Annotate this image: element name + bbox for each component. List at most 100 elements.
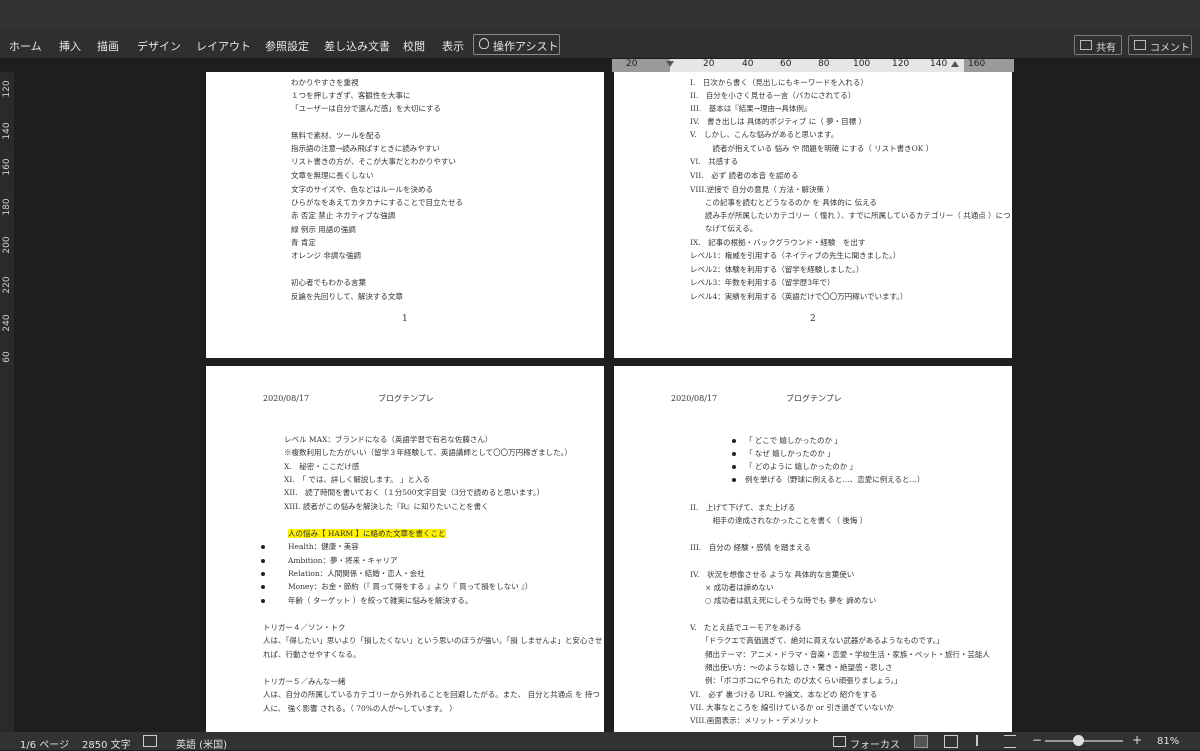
tab-references[interactable]: 参照設定 [265,38,309,54]
lightbulb-icon [479,38,489,49]
ruler-number: 20 [626,59,638,69]
ruler-number: 60 [780,59,792,69]
page4-line: 頻出テーマ：アニメ・ドラマ・音楽・恋愛・学校生活・家族・ペット・旅行・芸能人 [690,650,990,659]
page3-line: XII. 読了時間を書いておく（１分500文字目安（3分で読めると思います。） [284,488,545,497]
print-layout-icon[interactable] [914,735,928,748]
tell-me-label: 操作アシスト [493,40,559,53]
vruler-number: 200 [2,236,12,254]
page2-line: II. 自分を小さく見せる一言（バカにされてる） [690,91,856,100]
tab-insert[interactable]: 挿入 [59,38,81,54]
trigger4-text: 人は、「得したい」思いより「損したくない」という思いのほうが強い。「損 しません… [263,636,603,645]
focus-icon[interactable] [833,736,846,747]
page3-bullet: 年齢（ ターゲット ）を絞って雑実に悩みを解決する。 [288,596,473,605]
ruler-number: 100 [853,59,871,69]
language-status[interactable]: 英語 (米国) [176,736,227,751]
horizontal-ruler[interactable]: 20 20 40 60 80 100 120 140 160 [612,59,1014,72]
bullet-icon [732,439,736,443]
page4-bullet: 例を挙げる（野球に例えると…、恋愛に例えると…） [745,475,925,484]
page2-line: VIII.逆接で 自分の意見（ 方法・解決策 ） [690,185,834,194]
page-3[interactable]: 2020/08/17 ブログテンプレ レベル MAX：ブランドになる（英語学習で… [206,366,604,732]
page1-line: １つを押しすぎず、客観性を大事に [291,91,411,100]
focus-mode-label[interactable]: フォーカス [850,736,900,751]
vruler-number: 180 [2,198,12,216]
vruler-number: 60 [2,351,12,363]
page2-line: VII. 必ず 読者の本音 を認める [690,171,799,180]
zoom-out-icon[interactable]: − [1032,733,1042,747]
page4-line: V. たとえ話でユーモアをあげる [690,623,802,632]
vruler-number: 240 [2,314,12,332]
trigger5-text: 人に、 強く影響 される。（ 70%の人が〜しています。 ） [263,704,457,713]
trigger5-text: 人は、自分の所属しているカテゴリーから外れることを回避したがる。また、 自分と共… [263,690,600,699]
ruler-number: 140 [930,59,948,69]
page2-line: レベル3：年数を利用する（留学歴3年で） [690,278,835,287]
tab-draw[interactable]: 描画 [97,38,119,54]
indent-marker-icon[interactable] [666,61,674,67]
vruler-number: 140 [2,122,12,140]
ruler-number: 80 [818,59,830,69]
page1-line: 赤 否定 禁止 ネガティブな強調 [291,211,396,220]
page3-line: XI. 「 では、詳しく解説します。 」と入る [284,475,430,484]
web-layout-icon[interactable] [944,735,958,748]
page3-line: レベル MAX：ブランドになる（英語学習で有名な佐藤さん） [284,435,493,444]
tab-mailings[interactable]: 差し込み文書 [324,38,390,54]
page-2[interactable]: I. 日次から書く（見出しにもキーワードを入れる） II. 自分を小さく見せる一… [614,72,1012,358]
tab-home[interactable]: ホーム [9,38,42,54]
page4-line: 相手の達成されなかったことを書く（ 後悔 ） [690,516,868,525]
page1-line: 指示語の注意→読み飛ばすときに読みやすい [291,144,440,153]
right-indent-marker-icon[interactable] [951,61,959,67]
proofing-icon[interactable] [143,735,157,747]
share-button[interactable]: 共有 [1074,35,1122,55]
tab-review[interactable]: 校閲 [403,38,425,54]
zoom-level[interactable]: 81% [1157,736,1179,747]
page3-line: XIII. 読者がこの悩みを解決した『R』に知りたいことを書く [284,502,489,511]
ruler-number: 40 [742,59,754,69]
bullet-icon [261,572,265,576]
share-label: 共有 [1096,43,1116,54]
comment-button[interactable]: コメント [1128,35,1192,55]
tab-view[interactable]: 表示 [442,38,464,54]
page2-line: V. しかし、こんな悩みがあると思います。 [690,130,839,139]
page1-line: 文章を無理に長くしない [291,171,374,180]
page1-line: 緑 例示 用語の強調 [291,225,356,234]
outline-icon[interactable] [976,735,990,746]
bullet-icon [261,599,265,603]
draft-icon[interactable] [1004,735,1016,748]
word-count[interactable]: 2850 文字 [82,736,131,751]
ruler-number: 20 [703,59,715,69]
tab-design[interactable]: デザイン [137,38,181,54]
page4-line: ○ 成功者は飢え死にしそうな時でも 夢を 諦めない [690,596,877,605]
share-icon [1080,40,1092,50]
ruler-number: 160 [968,59,986,69]
trigger4-text: れば、行動させやすくなる。 [263,650,361,659]
page2-line: VI. 共感する [690,157,739,166]
page3-line: X. 秘密・ここだけ感 [284,462,360,471]
page4-line: 「ドラクエで高価過ぎて、絶対に買えない武器があるようなものです。」 [690,636,944,645]
page1-line: わかりやすさを重視 [291,78,359,87]
page1-line: 「ユーザーは自分で選んだ感」を大切にする [291,104,441,113]
zoom-in-icon[interactable]: + [1132,733,1142,747]
tab-layout[interactable]: レイアウト [196,38,251,54]
page3-line: ※複数利用した方がいい（留学３年経験して、英語講師として〇〇万円稼ぎました。） [284,448,572,457]
zoom-slider-thumb[interactable] [1073,735,1084,746]
page4-line: 頻出使い方：〜のような嬉しさ・驚き・絶望感・悲しさ [690,663,893,672]
header-date: 2020/08/17 [671,394,718,403]
page4-bullet: 「 どこで 嬉しかったのか 」 [745,436,842,445]
vruler-number: 120 [2,80,12,98]
page1-line: 無料で素材、ツールを配る [291,131,381,140]
page-1[interactable]: わかりやすさを重視 １つを押しすぎず、客観性を大事に 「ユーザーは自分で選んだ感… [206,72,604,358]
page2-line: レベル1：権威を引用する（ネイティブの先生に聞きました。） [690,251,901,260]
page2-line: レベル4：実績を利用する（英語だけで〇〇万円稼いでいます。） [690,292,908,301]
page1-line: オレンジ 非調な強調 [291,251,361,260]
page4-line: VIII.画面表示：メリット・デメリット [690,716,820,725]
bullet-icon [261,559,265,563]
zoom-slider[interactable] [1045,740,1123,742]
page-count[interactable]: 1/6 ページ [20,736,69,751]
bullet-icon [732,452,736,456]
tell-me-box[interactable]: 操作アシスト [473,34,560,55]
header-date: 2020/08/17 [263,394,310,403]
vruler-number: 160 [2,158,12,176]
page-4[interactable]: 2020/08/17 ブログテンプレ 「 どこで 嬉しかったのか 」 「 なぜ … [614,366,1012,732]
comment-icon [1134,40,1146,50]
trigger4-title: トリガー４／ソン・トク [263,623,346,632]
page4-bullet: 「 どのように 嬉しかったのか 」 [745,462,858,471]
